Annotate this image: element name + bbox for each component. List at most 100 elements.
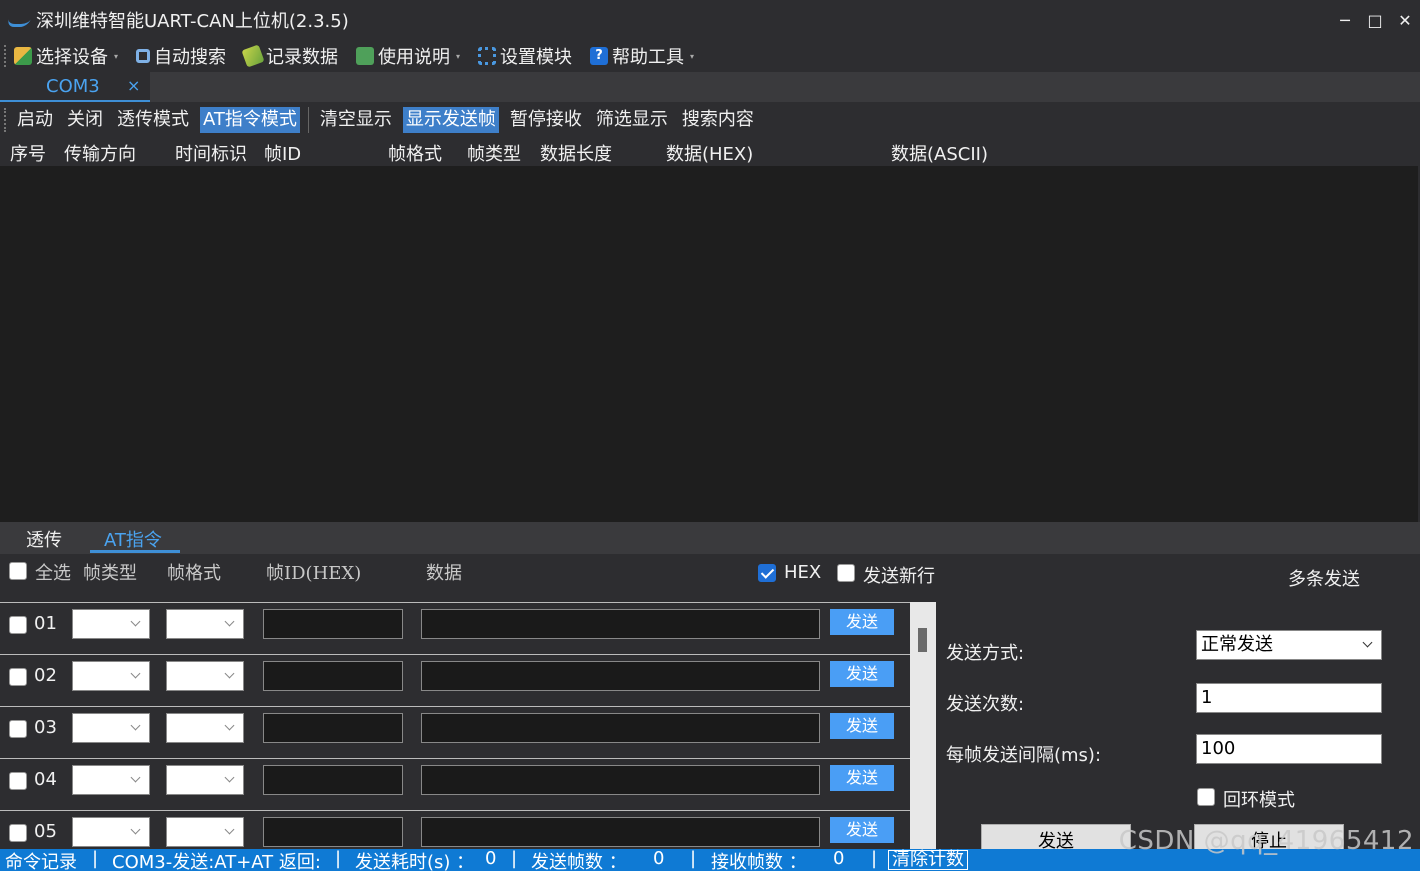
tab-passthrough[interactable]: 透传 [26, 526, 62, 552]
tab-at-command[interactable]: AT指令 [104, 526, 162, 552]
toolbar-grip[interactable] [4, 108, 6, 132]
menu-auto-search[interactable]: 自动搜索 [136, 43, 226, 69]
frame-type-select[interactable] [72, 713, 150, 743]
column-header-index[interactable]: 序号 [10, 140, 46, 166]
command-log-link[interactable]: 命令记录 [5, 849, 77, 871]
search-icon [136, 49, 151, 63]
frame-format-select[interactable] [166, 609, 244, 639]
rows-scrollbar[interactable] [910, 602, 936, 849]
row-send-button[interactable]: 发送 [830, 765, 894, 791]
column-header-data-hex[interactable]: 数据(HEX) [666, 140, 753, 166]
row-checkbox[interactable] [9, 720, 27, 738]
multi-send-label: 多条发送 [1288, 569, 1360, 590]
watermark: CSDN @qq_41965412 [1118, 826, 1414, 856]
row-number: 05 [34, 821, 57, 842]
hex-label: HEX [784, 562, 822, 583]
send-newline-checkbox[interactable] [837, 564, 855, 582]
row-send-button[interactable]: 发送 [830, 661, 894, 687]
column-header-frame-type[interactable]: 帧类型 [467, 140, 521, 166]
column-header-frame-id[interactable]: 帧ID [264, 140, 301, 166]
frame-format-select[interactable] [166, 661, 244, 691]
search-content-button[interactable]: 搜索内容 [679, 107, 757, 133]
tab-com3[interactable]: COM3 × [0, 72, 150, 102]
dropdown-arrow-icon: ▾ [456, 51, 461, 61]
row-send-button[interactable]: 发送 [830, 609, 894, 635]
sent-frames-value: 0 [653, 849, 665, 869]
column-header-data-ascii[interactable]: 数据(ASCII) [891, 140, 988, 166]
menu-help-tools[interactable]: ? 帮助工具 ▾ [590, 43, 694, 69]
menu-record-data-label: 记录数据 [266, 47, 339, 68]
frame-type-select[interactable] [72, 609, 150, 639]
row-send-button[interactable]: 发送 [830, 817, 894, 843]
status-separator: | [871, 849, 878, 869]
frame-type-select[interactable] [72, 817, 150, 847]
row-send-button[interactable]: 发送 [830, 713, 894, 739]
menu-settings-label: 设置模块 [500, 47, 573, 68]
frame-type-select[interactable] [72, 661, 150, 691]
frame-type-select[interactable] [72, 765, 150, 795]
show-sent-frames-button[interactable]: 显示发送帧 [402, 107, 499, 133]
data-grid-body[interactable] [0, 166, 1418, 522]
active-tab-indicator [90, 550, 180, 553]
clear-count-button[interactable]: 清除计数 [888, 850, 968, 870]
close-window-button[interactable]: ✕ [1390, 11, 1420, 30]
start-button[interactable]: 启动 [14, 107, 56, 133]
column-header-timestamp[interactable]: 时间标识 [175, 140, 247, 166]
status-separator: | [511, 849, 518, 869]
send-mode-select[interactable]: 正常发送 [1196, 630, 1382, 660]
frame-format-select[interactable] [166, 765, 244, 795]
column-header-frame-format[interactable]: 帧格式 [388, 140, 442, 166]
frame-id-input[interactable] [263, 713, 403, 743]
menu-record-data[interactable]: 记录数据 [241, 43, 339, 69]
title-bar: 深圳维特智能UART-CAN上位机(2.3.5) ─ □ ✕ [0, 0, 1420, 40]
data-input[interactable] [421, 765, 820, 795]
at-mode-button[interactable]: AT指令模式 [200, 107, 300, 133]
frame-id-input[interactable] [263, 765, 403, 795]
filter-display-button[interactable]: 筛选显示 [593, 107, 671, 133]
minimize-button[interactable]: ─ [1330, 11, 1360, 30]
column-header-data-length[interactable]: 数据长度 [540, 140, 612, 166]
menu-manual[interactable]: 使用说明 ▾ [356, 43, 460, 69]
loop-mode-checkbox[interactable] [1197, 788, 1215, 806]
manual-icon [356, 47, 375, 65]
send-newline-label: 发送新行 [863, 566, 935, 587]
data-input[interactable] [421, 609, 820, 639]
data-input[interactable] [421, 817, 820, 847]
menu-settings[interactable]: 设置模块 [478, 43, 572, 69]
data-input[interactable] [421, 713, 820, 743]
row-checkbox[interactable] [9, 772, 27, 790]
frame-format-select[interactable] [166, 817, 244, 847]
menu-select-device-label: 选择设备 [36, 47, 108, 68]
data-input[interactable] [421, 661, 820, 691]
pause-receive-button[interactable]: 暂停接收 [507, 107, 585, 133]
gear-icon [478, 47, 497, 65]
frame-id-input[interactable] [263, 817, 403, 847]
select-all-label: 全选 [35, 563, 71, 584]
frame-id-input[interactable] [263, 661, 403, 691]
last-command-text: COM3-发送:AT+AT 返回: [112, 852, 321, 871]
column-header-direction[interactable]: 传输方向 [64, 140, 136, 166]
port-tab-strip: COM3 × [0, 72, 1420, 102]
send-interval-input[interactable]: 100 [1196, 734, 1382, 764]
select-all-checkbox[interactable] [9, 562, 27, 580]
toolbar-grip[interactable] [4, 45, 6, 67]
at-row: 01 发送 [0, 602, 910, 654]
close-port-button[interactable]: 关闭 [64, 107, 106, 133]
frame-format-select[interactable] [166, 713, 244, 743]
close-tab-icon[interactable]: × [127, 76, 140, 95]
scrollbar-thumb[interactable] [918, 628, 927, 652]
loop-mode-label: 回环模式 [1223, 790, 1295, 811]
hex-checkbox[interactable] [758, 564, 776, 582]
action-toolbar: 启动 关闭 透传模式 AT指令模式 清空显示 显示发送帧 暂停接收 筛选显示 搜… [0, 104, 1420, 136]
help-icon: ? [590, 47, 609, 65]
row-checkbox[interactable] [9, 616, 27, 634]
row-checkbox[interactable] [9, 668, 27, 686]
clear-display-button[interactable]: 清空显示 [317, 107, 395, 133]
menu-manual-label: 使用说明 [378, 47, 451, 68]
frame-id-input[interactable] [263, 609, 403, 639]
send-count-input[interactable]: 1 [1196, 683, 1382, 713]
maximize-button[interactable]: □ [1360, 11, 1390, 30]
menu-select-device[interactable]: 选择设备 ▾ [14, 43, 118, 69]
row-checkbox[interactable] [9, 824, 27, 842]
passthrough-mode-button[interactable]: 透传模式 [114, 107, 192, 133]
